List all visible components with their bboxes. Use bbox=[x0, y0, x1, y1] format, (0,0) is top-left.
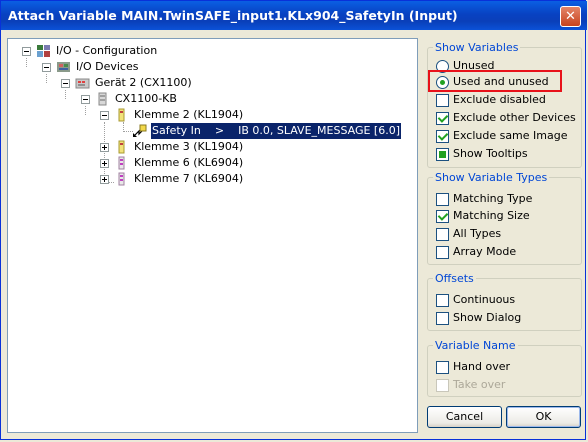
expand-icon[interactable] bbox=[100, 143, 109, 152]
collapse-icon[interactable] bbox=[22, 47, 31, 56]
checkbox-icon[interactable] bbox=[436, 246, 449, 259]
checkbox-icon[interactable] bbox=[436, 361, 449, 374]
checkbox-icon[interactable] bbox=[436, 294, 449, 307]
tree-label: Klemme 7 (KL6904) bbox=[134, 172, 244, 185]
show-variable-types-group: Show Variable Types Matching Type Matchi… bbox=[427, 171, 582, 265]
group-title: Variable Name bbox=[433, 339, 518, 352]
collapse-icon[interactable] bbox=[100, 111, 109, 120]
bus-coupler-icon bbox=[95, 92, 110, 106]
collapse-icon[interactable] bbox=[61, 79, 70, 88]
close-icon: ✕ bbox=[565, 9, 576, 24]
checkbox-checked-icon[interactable] bbox=[436, 210, 449, 223]
device-icon bbox=[75, 76, 90, 90]
checkbox-icon[interactable] bbox=[436, 312, 449, 325]
collapse-icon[interactable] bbox=[42, 63, 51, 72]
group-title: Show Variable Types bbox=[433, 171, 550, 184]
offsets-group: Offsets Continuous Show Dialog bbox=[427, 272, 582, 331]
variable-name-group: Variable Name Hand over Take over bbox=[427, 339, 582, 397]
safety-terminal-icon bbox=[114, 156, 129, 170]
attach-variable-dialog: Attach Variable MAIN.TwinSAFE_input1.KLx… bbox=[0, 0, 587, 440]
tree-node-safety-in[interactable]: Safety In > IB 0.0, SLAVE_MESSAGE [6.0] bbox=[118, 122, 403, 140]
checkbox-checked-icon[interactable] bbox=[436, 112, 449, 125]
tree-label: CX1100-KB bbox=[115, 92, 177, 105]
io-configuration-icon bbox=[36, 44, 51, 58]
tree-label-selected: Safety In > IB 0.0, SLAVE_MESSAGE [6.0] bbox=[149, 122, 403, 140]
window-title: Attach Variable MAIN.TwinSAFE_input1.KLx… bbox=[8, 8, 458, 23]
annotation-highlight bbox=[428, 70, 562, 92]
tree-label: I/O - Configuration bbox=[56, 44, 158, 57]
expand-icon[interactable] bbox=[100, 159, 109, 168]
tree-label: Klemme 3 (KL1904) bbox=[134, 140, 244, 153]
ok-button[interactable]: OK bbox=[506, 406, 581, 428]
tree-node-klemme-6[interactable]: Klemme 6 (KL6904) bbox=[100, 155, 300, 171]
tree-node-io-devices[interactable]: I/O Devices bbox=[42, 59, 242, 75]
collapse-icon[interactable] bbox=[81, 95, 90, 104]
tree-label: Gerät 2 (CX1100) bbox=[95, 76, 192, 89]
terminal-icon bbox=[114, 140, 129, 154]
cancel-button[interactable]: Cancel bbox=[427, 406, 502, 428]
tree-label: I/O Devices bbox=[76, 60, 139, 73]
terminal-icon bbox=[114, 108, 129, 122]
expand-icon[interactable] bbox=[100, 175, 109, 184]
tree-label: Klemme 6 (KL6904) bbox=[134, 156, 244, 169]
tree-node-cx1100-kb[interactable]: CX1100-KB bbox=[81, 91, 281, 107]
tree-node-klemme-3[interactable]: Klemme 3 (KL1904) bbox=[100, 139, 300, 155]
tree-node-io-configuration[interactable]: I/O - Configuration bbox=[22, 43, 222, 59]
safety-terminal-icon bbox=[114, 172, 129, 186]
tree-label: Klemme 2 (KL1904) bbox=[134, 108, 244, 121]
checkbox-icon[interactable] bbox=[436, 228, 449, 241]
checkbox-indeterminate-icon[interactable] bbox=[436, 148, 449, 161]
tree-node-klemme-2[interactable]: Klemme 2 (KL1904) bbox=[100, 107, 300, 123]
close-button[interactable]: ✕ bbox=[560, 6, 581, 27]
title-bar[interactable]: Attach Variable MAIN.TwinSAFE_input1.KLx… bbox=[1, 1, 587, 30]
tree-node-device[interactable]: Gerät 2 (CX1100) bbox=[61, 75, 261, 91]
input-variable-icon bbox=[132, 124, 147, 138]
tree-node-klemme-7[interactable]: Klemme 7 (KL6904) bbox=[100, 171, 300, 187]
group-title: Show Variables bbox=[433, 41, 521, 54]
group-title: Offsets bbox=[433, 272, 476, 285]
checkbox-checked-icon[interactable] bbox=[436, 130, 449, 143]
checkbox-disabled-icon bbox=[436, 379, 449, 392]
show-variables-group: Show Variables Unused Used and unused Ex… bbox=[427, 41, 582, 168]
checkbox-icon[interactable] bbox=[436, 193, 449, 206]
checkbox-icon[interactable] bbox=[436, 94, 449, 107]
io-devices-icon bbox=[56, 60, 71, 74]
io-tree[interactable]: I/O - Configuration I/O Devices Gerät 2 … bbox=[7, 38, 418, 433]
